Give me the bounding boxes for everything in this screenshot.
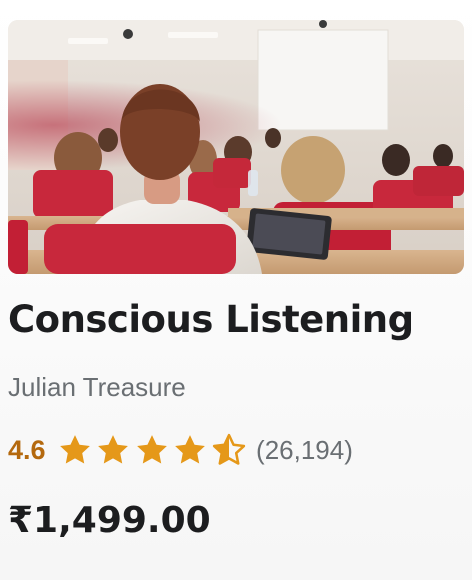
- classroom-photo: [8, 20, 464, 274]
- rating-count: (26,194): [256, 434, 353, 465]
- rating-value: 4.6: [8, 434, 46, 465]
- course-thumbnail[interactable]: [8, 20, 464, 274]
- rating-row: 4.6 (26,194): [8, 430, 353, 470]
- course-card[interactable]: Conscious Listening Julian Treasure 4.6: [0, 0, 472, 580]
- instructor-name: Julian Treasure: [8, 372, 186, 402]
- star-full-icon: [59, 435, 90, 464]
- course-title[interactable]: Conscious Listening: [8, 298, 414, 341]
- star-rating: [58, 433, 251, 467]
- star-full-icon: [175, 435, 205, 464]
- star-half-icon: [212, 433, 245, 465]
- star-full-icon: [98, 435, 128, 464]
- star-full-icon: [136, 435, 167, 464]
- course-price: ₹1,499.00: [8, 500, 211, 541]
